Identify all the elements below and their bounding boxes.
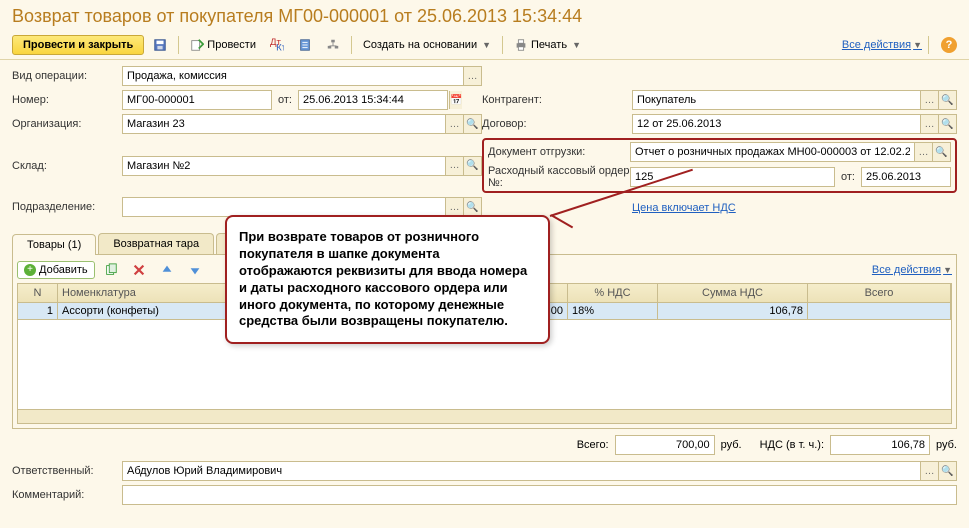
- post-button[interactable]: Провести: [185, 36, 261, 54]
- ellipsis-icon[interactable]: …: [445, 115, 463, 133]
- structure-button[interactable]: [321, 36, 345, 54]
- contract-field[interactable]: …🔍: [632, 114, 957, 134]
- op-type-label: Вид операции:: [12, 70, 122, 82]
- copy-button[interactable]: [99, 261, 123, 279]
- total-field: [615, 435, 715, 455]
- comment-field[interactable]: [122, 485, 957, 505]
- page-title: Возврат товаров от покупателя МГ00-00000…: [0, 0, 969, 31]
- org-field[interactable]: …🔍: [122, 114, 482, 134]
- search-icon[interactable]: 🔍: [463, 157, 481, 175]
- op-type-field[interactable]: …: [122, 66, 482, 86]
- cashorder-num-field[interactable]: [630, 167, 835, 187]
- col-total[interactable]: Всего: [808, 284, 951, 302]
- add-row-button[interactable]: +Добавить: [17, 261, 95, 279]
- from-label-2: от:: [835, 171, 861, 183]
- search-icon[interactable]: 🔍: [938, 462, 956, 480]
- move-down-button[interactable]: [183, 261, 207, 279]
- highlighted-section: Документ отгрузки: …🔍 Расходный кассовый…: [482, 138, 957, 193]
- ellipsis-icon[interactable]: …: [445, 157, 463, 175]
- comment-label: Комментарий:: [12, 489, 122, 501]
- col-n[interactable]: N: [18, 284, 58, 302]
- post-and-close-button[interactable]: Провести и закрыть: [12, 35, 144, 55]
- dtkt-button[interactable]: ДтКт: [265, 36, 289, 54]
- chevron-down-icon: ▼: [482, 40, 491, 50]
- grid-scrollbar[interactable]: [18, 409, 951, 423]
- plus-icon: +: [24, 264, 36, 276]
- move-up-button[interactable]: [155, 261, 179, 279]
- total-label: Всего:: [577, 439, 609, 451]
- ellipsis-icon[interactable]: …: [920, 91, 938, 109]
- contract-label: Договор:: [482, 118, 632, 130]
- cashorder-date-field[interactable]: 📅: [861, 167, 951, 187]
- number-field[interactable]: [122, 90, 272, 110]
- warehouse-field[interactable]: …🔍: [122, 156, 482, 176]
- tab-goods[interactable]: Товары (1): [12, 234, 96, 255]
- ellipsis-icon[interactable]: …: [463, 67, 481, 85]
- ellipsis-icon[interactable]: …: [914, 143, 932, 161]
- division-field[interactable]: …🔍: [122, 197, 482, 217]
- responsible-label: Ответственный:: [12, 465, 122, 477]
- svg-text:Кт: Кт: [276, 42, 284, 52]
- date-field[interactable]: 📅: [298, 90, 448, 110]
- search-icon[interactable]: 🔍: [938, 91, 956, 109]
- search-icon[interactable]: 🔍: [463, 198, 481, 216]
- delete-button[interactable]: [127, 261, 151, 279]
- help-button[interactable]: ?: [941, 37, 957, 53]
- ellipsis-icon[interactable]: …: [920, 115, 938, 133]
- ellipsis-icon[interactable]: …: [445, 198, 463, 216]
- division-label: Подразделение:: [12, 201, 122, 213]
- tab-tare[interactable]: Возвратная тара: [98, 233, 214, 254]
- ellipsis-icon[interactable]: …: [920, 462, 938, 480]
- counterparty-label: Контрагент:: [482, 94, 632, 106]
- cashorder-label: Расходный кассовый ордер №:: [488, 165, 630, 189]
- search-icon[interactable]: 🔍: [463, 115, 481, 133]
- main-toolbar: Провести и закрыть Провести ДтКт Создать…: [0, 31, 969, 60]
- rub-label-2: руб.: [936, 439, 957, 451]
- vat-total-field: [830, 435, 930, 455]
- print-button[interactable]: Печать▼: [509, 36, 586, 54]
- counterparty-field[interactable]: …🔍: [632, 90, 957, 110]
- number-label: Номер:: [12, 94, 122, 106]
- col-nom[interactable]: Номенклатура: [58, 284, 228, 302]
- shipdoc-field[interactable]: …🔍: [630, 142, 951, 162]
- vat-total-label: НДС (в т. ч.):: [760, 439, 824, 451]
- search-icon[interactable]: 🔍: [938, 115, 956, 133]
- save-button[interactable]: [148, 36, 172, 54]
- all-actions-sub-link[interactable]: Все действия▼: [872, 264, 952, 276]
- callout-tooltip: При возврате товаров от розничного покуп…: [225, 215, 550, 344]
- org-label: Организация:: [12, 118, 122, 130]
- shipdoc-label: Документ отгрузки:: [488, 146, 630, 158]
- vat-included-link[interactable]: Цена включает НДС: [632, 202, 736, 214]
- col-vatsum[interactable]: Сумма НДС: [658, 284, 808, 302]
- col-vatpct[interactable]: % НДС: [568, 284, 658, 302]
- warehouse-label: Склад:: [12, 160, 122, 172]
- all-actions-link[interactable]: Все действия▼: [842, 39, 922, 51]
- from-label: от:: [272, 94, 298, 106]
- report-button[interactable]: [293, 36, 317, 54]
- chevron-down-icon: ▼: [572, 40, 581, 50]
- create-based-button[interactable]: Создать на основании▼: [358, 37, 496, 53]
- rub-label: руб.: [721, 439, 742, 451]
- calendar-icon[interactable]: 📅: [449, 91, 462, 109]
- responsible-field[interactable]: …🔍: [122, 461, 957, 481]
- search-icon[interactable]: 🔍: [932, 143, 950, 161]
